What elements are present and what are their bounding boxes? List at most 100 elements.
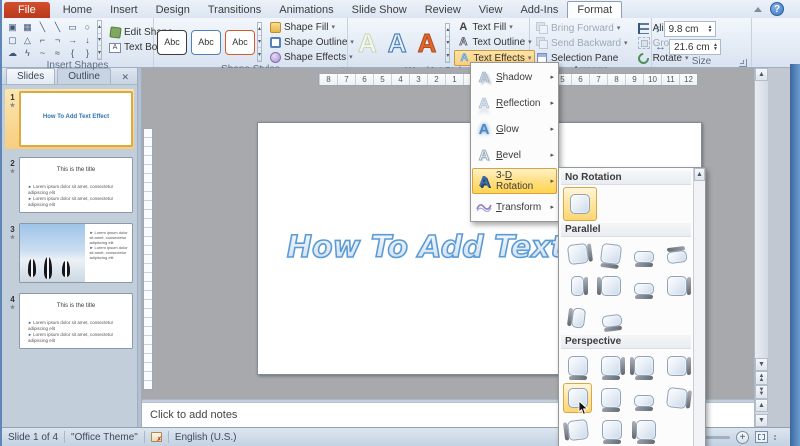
group-icon [638, 37, 650, 49]
gallery-scrollbar[interactable]: ▲ [693, 168, 705, 446]
tab-animations[interactable]: Animations [270, 2, 342, 18]
wordart-scroll[interactable]: ▴▾▾ [445, 23, 450, 63]
menu-item-reflection[interactable]: A Reflection ▸ [472, 90, 557, 116]
tab-format[interactable]: Format [567, 1, 622, 18]
animation-star-icon: ★ [6, 304, 19, 311]
menu-item-glow[interactable]: A Glow ▸ [472, 116, 557, 142]
tile-parallel-2[interactable] [596, 239, 625, 269]
slide-thumbnail-4[interactable]: 4★ This is the title Lorem ipsum dolor s… [5, 291, 134, 351]
group-label: Insert Shapes [5, 60, 150, 73]
tab-insert[interactable]: Insert [101, 2, 147, 18]
text-outline-icon: A [457, 36, 469, 48]
tile-parallel-9[interactable] [563, 303, 593, 333]
slide-thumbnail-1[interactable]: 1★ How To Add Text Effect [5, 89, 134, 149]
spellcheck-icon[interactable] [151, 432, 162, 442]
tab-file[interactable]: File [4, 2, 50, 18]
wordart-preset-3[interactable]: A [418, 28, 437, 59]
shape-height-icon: ↕ [655, 23, 661, 35]
tile-perspective-4[interactable] [662, 351, 691, 381]
tile-parallel-5[interactable] [563, 271, 592, 301]
slides-panel: Slides Outline ✕ 1★ How To Add Text Effe… [2, 68, 138, 427]
tile-no-rotation[interactable] [563, 187, 597, 221]
tile-parallel-8[interactable] [662, 271, 691, 301]
tab-home[interactable]: Home [54, 2, 101, 18]
next-slide-button[interactable]: ▼▼ [755, 385, 768, 399]
tab-transitions[interactable]: Transitions [199, 2, 270, 18]
three-d-rotation-icon: A [475, 173, 493, 190]
shape-outline-button[interactable]: Shape Outline▾ [266, 35, 357, 49]
resize-grip[interactable] [774, 435, 776, 440]
tile-perspective-3[interactable] [629, 351, 658, 381]
shape-height-field[interactable]: 9.8 cm▲▼ [664, 21, 716, 37]
tile-parallel-7[interactable] [629, 271, 658, 301]
bring-forward-button[interactable]: Bring Forward▾ [533, 21, 631, 35]
tile-parallel-1[interactable] [563, 239, 592, 269]
shape-fill-button[interactable]: Shape Fill▾ [266, 20, 357, 34]
tile-perspective-6[interactable] [596, 383, 625, 413]
text-outline-button[interactable]: AText Outline▾ [454, 35, 535, 49]
wordart-preset-1[interactable]: A [358, 28, 377, 59]
bevel-icon: A [475, 147, 493, 164]
shape-gallery-scroll[interactable]: ▴▾▾ [97, 20, 102, 60]
wordart-gallery[interactable]: A A A [351, 28, 443, 59]
slide-indicator[interactable]: Slide 1 of 4 [8, 432, 58, 443]
height-spinner[interactable]: ▲▼ [708, 25, 715, 33]
animation-star-icon: ★ [6, 168, 19, 175]
tab-design[interactable]: Design [147, 2, 199, 18]
dialog-launcher-icon[interactable] [739, 59, 747, 67]
gallery-section-header: No Rotation [561, 171, 691, 185]
text-fill-button[interactable]: AText Fill▾ [454, 20, 535, 34]
send-backward-button[interactable]: Send Backward▾ [533, 36, 631, 50]
gallery-section-header: Perspective [561, 335, 691, 349]
submenu-arrow-icon: ▸ [550, 99, 554, 107]
menu-item-3d-rotation[interactable]: A 3-D Rotation ▸ [472, 168, 557, 194]
menu-item-bevel[interactable]: A Bevel ▸ [472, 142, 557, 168]
help-icon[interactable]: ? [770, 2, 784, 16]
shape-width-field[interactable]: 21.6 cm▲▼ [669, 39, 721, 55]
submenu-arrow-icon: ▸ [550, 151, 554, 159]
tab-review[interactable]: Review [416, 2, 470, 18]
shape-style-preset-3[interactable]: Abc [225, 30, 255, 55]
width-spinner[interactable]: ▲▼ [713, 43, 720, 51]
tile-parallel-3[interactable] [629, 239, 658, 269]
tile-perspective-8[interactable] [662, 383, 691, 413]
gallery-scroll-up-icon[interactable]: ▲ [694, 168, 705, 181]
group-insert-shapes: ▣▦╲╲▭○▢△⌐¬→↓☁ϟ~≈{} ▴▾▾ Edit Shape▾ AText… [2, 18, 154, 67]
scroll-up-icon[interactable]: ▲ [755, 68, 768, 81]
shape-gallery[interactable]: ▣▦╲╲▭○▢△⌐¬→↓☁ϟ~≈{} [5, 21, 95, 60]
menu-item-shadow[interactable]: A Shadow ▸ [472, 64, 557, 90]
fit-to-window-button[interactable] [755, 431, 768, 443]
text-box-icon: A [109, 43, 121, 53]
tab-slide-show[interactable]: Slide Show [343, 2, 416, 18]
shape-effects-icon [270, 52, 281, 63]
slide-thumbnail-3[interactable]: 3★ Lorem ipsum dolor sit amet, consectet… [5, 221, 134, 285]
slide-thumbnail-2[interactable]: 2★ This is the title Lorem ipsum dolor s… [5, 155, 134, 215]
tile-perspective-10[interactable] [597, 415, 627, 445]
shape-effects-button[interactable]: Shape Effects▾ [266, 50, 357, 64]
tile-perspective-1[interactable] [563, 351, 592, 381]
zoom-in-button[interactable]: + [736, 431, 749, 444]
tile-parallel-10[interactable] [597, 303, 627, 333]
theme-indicator[interactable]: "Office Theme" [71, 432, 138, 443]
shape-style-scroll[interactable]: ▴▾▾ [257, 22, 262, 62]
tile-perspective-7[interactable] [629, 383, 658, 413]
language-indicator[interactable]: English (U.S.) [175, 432, 237, 443]
notes-scroll-up-icon[interactable]: ▲ [755, 399, 768, 412]
tile-perspective-2[interactable] [596, 351, 625, 381]
tab-view[interactable]: View [470, 2, 512, 18]
tile-parallel-4[interactable] [662, 239, 691, 269]
shape-style-preset-1[interactable]: Abc [157, 30, 187, 55]
previous-slide-button[interactable]: ▲▲ [755, 371, 768, 385]
tile-perspective-11[interactable] [631, 415, 661, 445]
tile-parallel-6[interactable] [596, 271, 625, 301]
group-shape-styles: Abc Abc Abc ▴▾▾ Shape Fill▾ Shape Outlin… [154, 18, 348, 67]
notes-scroll-down-icon[interactable]: ▼ [755, 414, 768, 427]
scroll-down-icon[interactable]: ▼ [755, 358, 768, 371]
shape-style-preset-2[interactable]: Abc [191, 30, 221, 55]
tab-add-ins[interactable]: Add-Ins [511, 2, 567, 18]
tile-perspective-9[interactable] [563, 415, 593, 445]
minimize-ribbon-icon[interactable] [751, 3, 765, 16]
wordart-preset-2[interactable]: A [388, 28, 407, 59]
menu-item-transform[interactable]: Transform ▸ [472, 194, 557, 220]
tile-perspective-5[interactable] [563, 383, 592, 413]
